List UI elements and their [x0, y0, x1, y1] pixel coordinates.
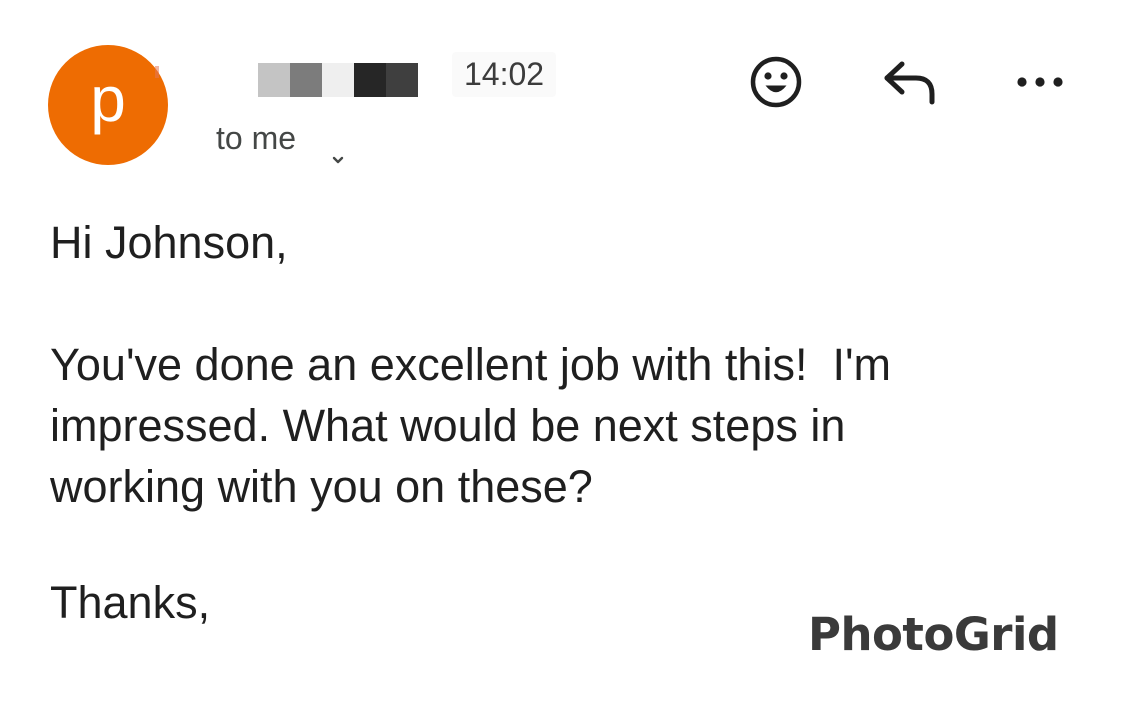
- reply-button[interactable]: [876, 56, 942, 112]
- email-message: You've done an excellent job with this! …: [50, 339, 904, 512]
- sender-mark: [155, 66, 159, 78]
- add-reaction-button[interactable]: [746, 54, 806, 114]
- recipient-toggle[interactable]: to me: [216, 120, 346, 163]
- email-greeting: Hi Johnson,: [50, 217, 288, 268]
- avatar-letter: p: [90, 63, 126, 135]
- photogrid-watermark: PhotoGrid: [808, 608, 1059, 661]
- email-signoff: Thanks,: [50, 577, 211, 628]
- smiley-face-icon: [748, 54, 804, 115]
- email-time: 14:02: [452, 52, 557, 97]
- chevron-down-icon: [330, 137, 346, 163]
- more-options-button[interactable]: [1008, 56, 1072, 112]
- sender-name-redacted: [258, 63, 418, 97]
- sender-avatar[interactable]: p: [48, 45, 168, 165]
- more-horizontal-icon: [1010, 72, 1070, 97]
- reply-arrow-icon: [878, 56, 940, 113]
- recipient-label: to me: [216, 120, 297, 156]
